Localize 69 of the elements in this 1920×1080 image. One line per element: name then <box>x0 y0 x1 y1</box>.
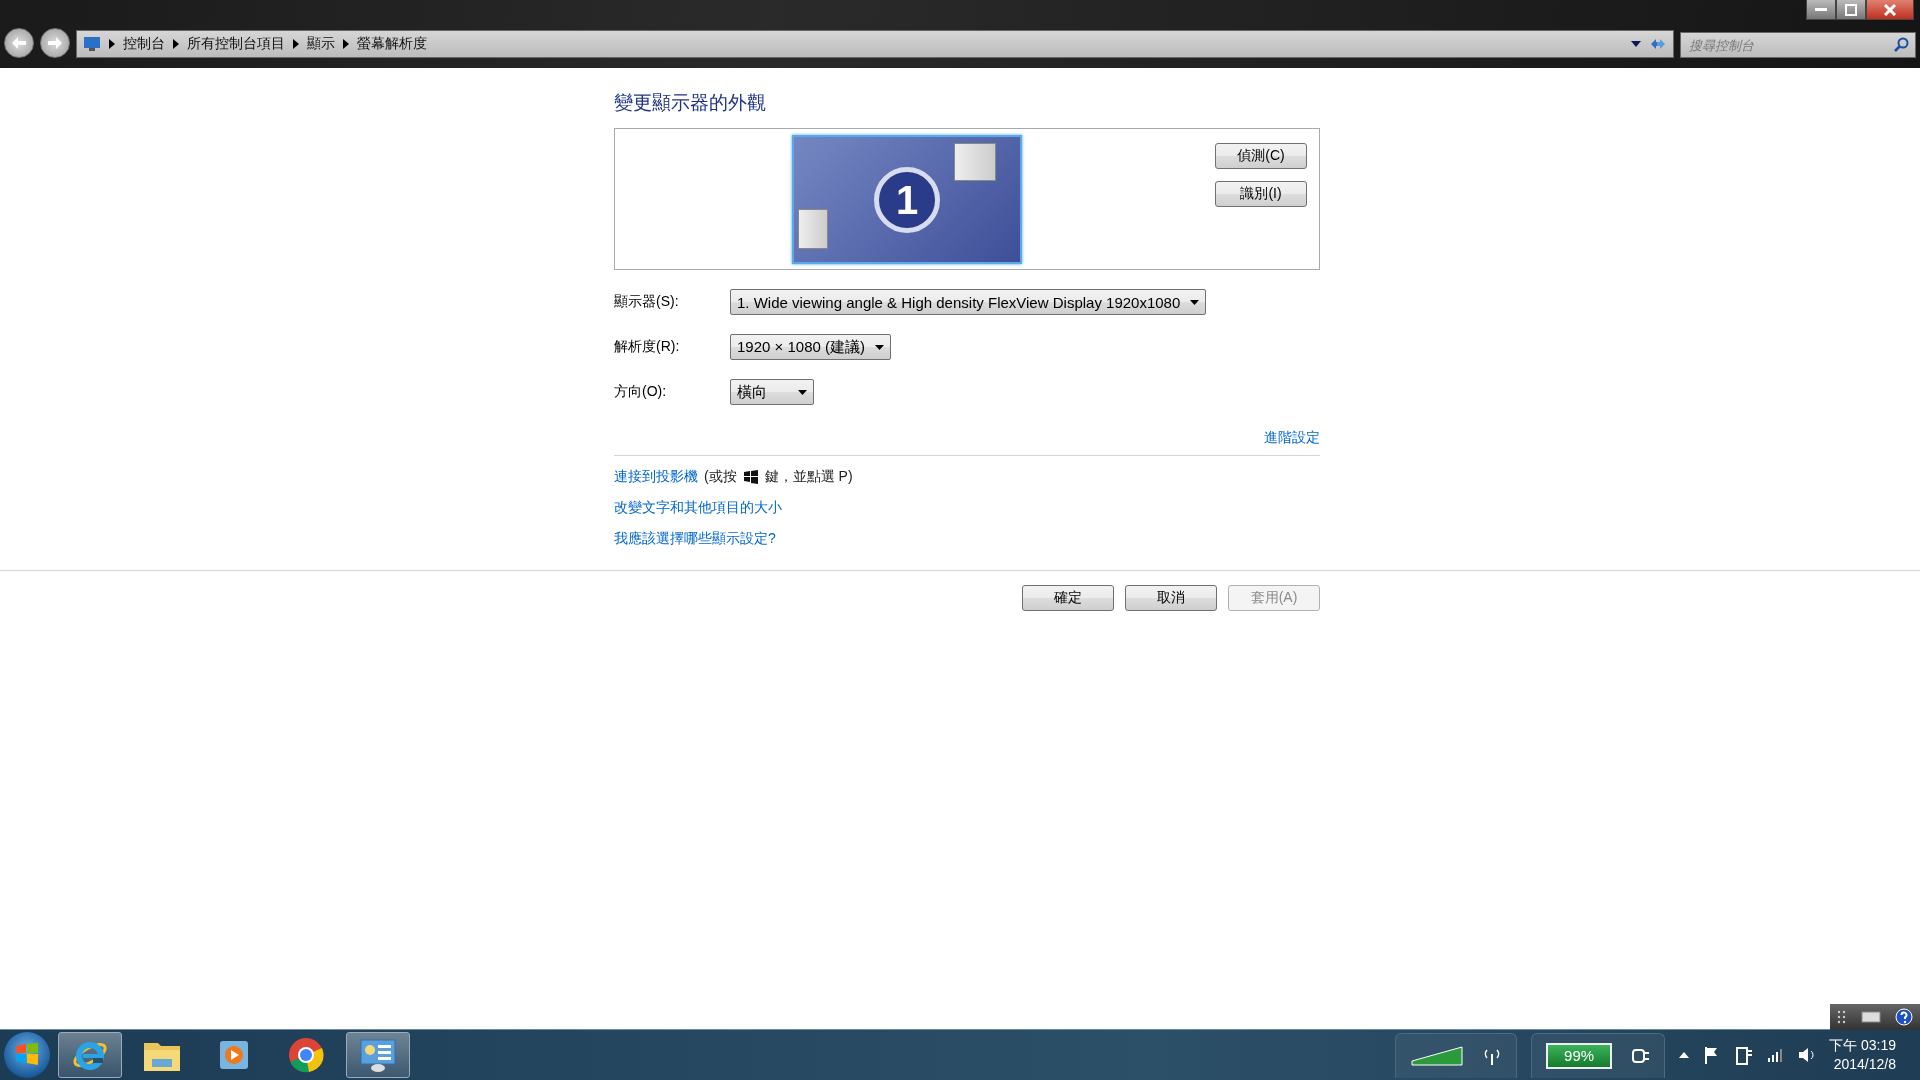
page-heading: 變更顯示器的外觀 <box>614 91 767 115</box>
taskbar-app-button[interactable] <box>346 1032 410 1078</box>
minimize-button[interactable] <box>1806 0 1836 20</box>
signal-bars-icon[interactable] <box>1767 1048 1784 1062</box>
chevron-right-icon[interactable] <box>173 39 179 49</box>
help-link[interactable]: 改變文字和其他項目的大小 <box>614 499 782 517</box>
dropdown-arrow-icon[interactable] <box>1631 41 1641 47</box>
monitor-number: 1 <box>874 167 940 233</box>
help-icon <box>1895 1008 1913 1026</box>
address-bar[interactable]: 控制台 所有控制台項目 顯示 螢幕解析度 <box>76 30 1674 58</box>
window-thumbnail <box>954 143 996 181</box>
dropdown-arrow-icon <box>798 389 807 395</box>
clock[interactable]: 下午 03:19 2014/12/8 <box>1829 1036 1896 1074</box>
projector-link[interactable]: 連接到投影機 <box>614 468 698 486</box>
dialog-button[interactable]: 確定 <box>1022 585 1114 611</box>
maximize-icon <box>1845 3 1857 16</box>
dropdown-arrow-icon <box>1190 299 1200 305</box>
chevron-right-icon[interactable] <box>343 39 349 49</box>
close-icon <box>1883 3 1897 16</box>
field-label: 解析度(R): <box>614 338 681 356</box>
caret-up-icon[interactable] <box>1679 1052 1690 1058</box>
search-icon[interactable] <box>1893 37 1909 53</box>
minimize-icon <box>1815 7 1827 12</box>
control-panel-icon <box>358 1037 398 1073</box>
preview-button[interactable]: 識別(I) <box>1215 181 1307 207</box>
advanced-settings-link[interactable]: 進階設定 <box>1264 429 1320 447</box>
monitor-preview[interactable]: 1 <box>792 135 1022 264</box>
breadcrumb[interactable]: 所有控制台項目 <box>187 35 285 53</box>
battery-plug-icon[interactable] <box>1735 1045 1754 1065</box>
maximize-button[interactable] <box>1836 0 1866 20</box>
monitor-icon <box>83 36 101 52</box>
speaker-icon[interactable] <box>1797 1046 1816 1064</box>
power-plug-icon[interactable] <box>1630 1046 1651 1065</box>
breadcrumb[interactable]: 控制台 <box>123 35 165 53</box>
close-button[interactable] <box>1866 0 1914 20</box>
help-link[interactable]: 我應該選擇哪些顯示設定? <box>614 530 776 548</box>
grip-icon <box>1837 1010 1847 1024</box>
preview-button[interactable]: 偵測(C) <box>1215 143 1307 169</box>
taskbar-app-button[interactable] <box>58 1032 122 1078</box>
forward-arrow-icon <box>47 36 63 50</box>
windows-logo-icon <box>15 1042 39 1065</box>
breadcrumb[interactable]: 顯示 <box>307 35 335 53</box>
chrome-icon <box>287 1036 325 1074</box>
battery-indicator[interactable]: 99% <box>1546 1042 1613 1069</box>
keyboard-icon <box>1861 1011 1881 1023</box>
dropdown[interactable]: 橫向 <box>730 379 814 405</box>
hint-text: (或按 <box>704 468 737 486</box>
refresh-icon[interactable] <box>1649 36 1667 52</box>
window-thumbnail <box>798 209 828 249</box>
field-label: 方向(O): <box>614 383 668 401</box>
search-field[interactable]: 搜尋控制台 <box>1687 36 1893 54</box>
back-arrow-icon <box>11 36 27 50</box>
signal-bars-icon[interactable] <box>1410 1044 1465 1067</box>
breadcrumb[interactable]: 螢幕解析度 <box>357 35 427 53</box>
windows-logo-icon <box>742 470 759 484</box>
forward-button[interactable] <box>40 28 70 58</box>
dropdown[interactable]: 1920 × 1080 (建議) <box>730 334 891 360</box>
hint-text: 鍵，並點選 P) <box>764 468 853 486</box>
dropdown-arrow-icon <box>875 344 884 350</box>
dialog-button[interactable]: 取消 <box>1125 585 1217 611</box>
back-button[interactable] <box>4 28 34 58</box>
chevron-right-icon[interactable] <box>109 39 115 49</box>
start-button[interactable] <box>4 1032 50 1078</box>
dropdown[interactable]: 1. Wide viewing angle & High density FlexView Display 1920x1080 <box>730 289 1207 315</box>
language-bar[interactable] <box>1830 1004 1920 1030</box>
search-box[interactable]: 搜尋控制台 <box>1680 32 1916 58</box>
field-label: 顯示器(S): <box>614 293 680 311</box>
media-player-icon <box>217 1038 251 1072</box>
chevron-right-icon[interactable] <box>293 39 299 49</box>
